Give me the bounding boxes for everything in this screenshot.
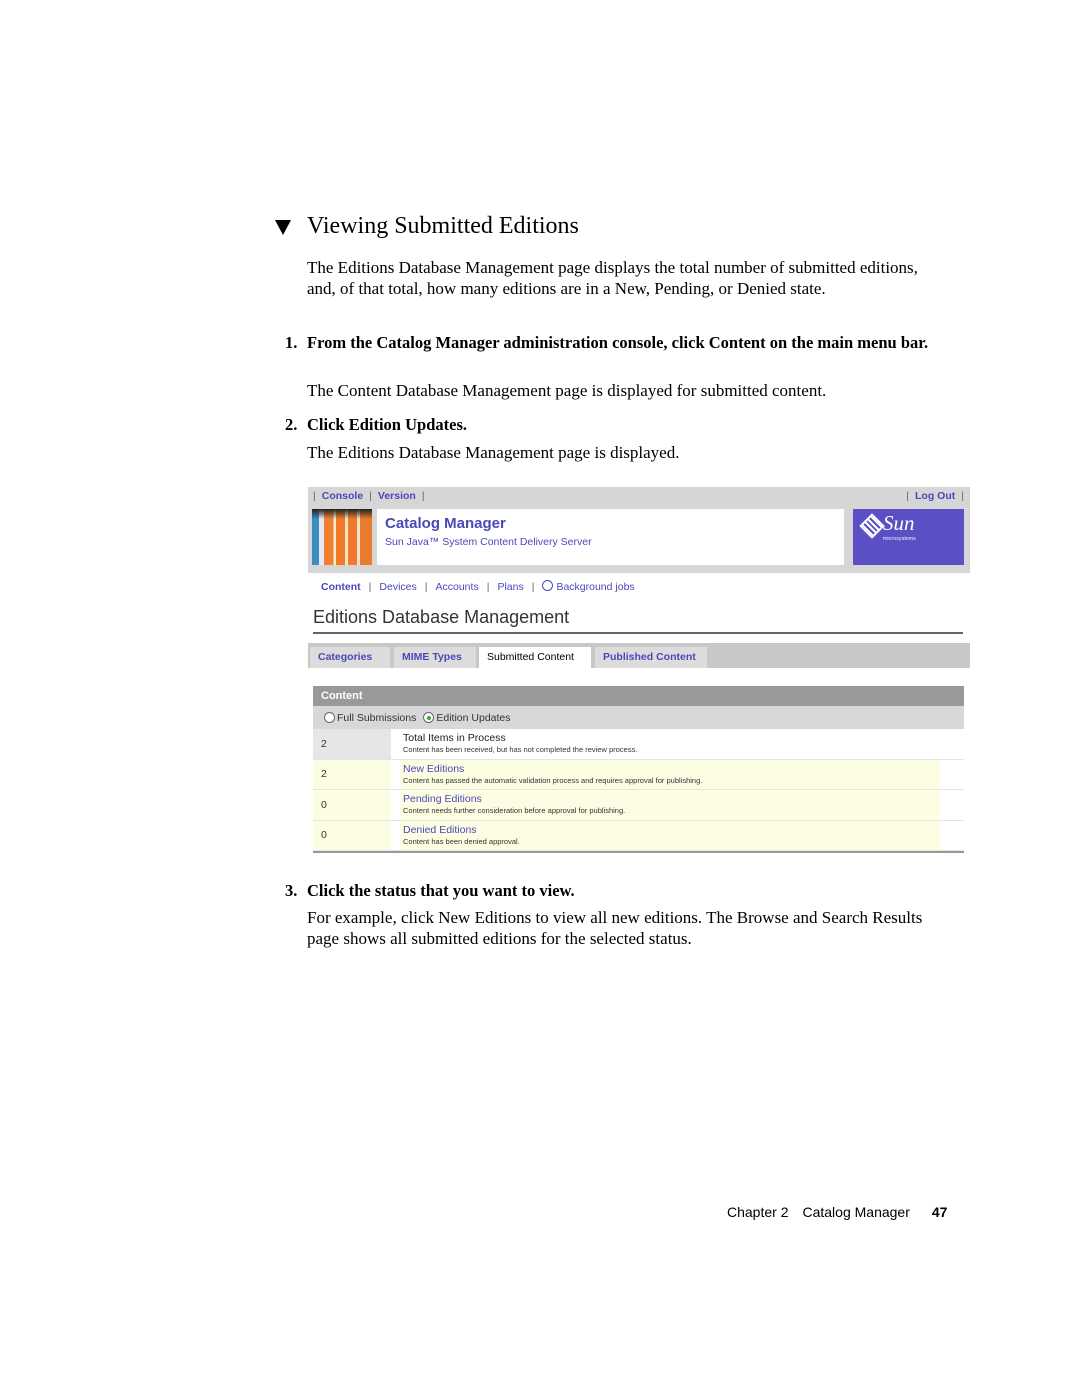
denied-editions-link[interactable]: Denied Editions [403, 824, 940, 836]
intro-paragraph: The Editions Database Management page di… [307, 258, 918, 298]
step-text: Click Edition Updates. [307, 415, 467, 434]
header-bar: | Console | Version | | Log Out | Catalo… [308, 487, 970, 573]
radio-checked-icon[interactable] [423, 712, 435, 723]
clock-icon [542, 580, 554, 591]
footer-page-number: 47 [931, 1204, 948, 1220]
submission-type-radios: Full Submissions Edition Updates [313, 706, 964, 729]
step-2-instruction: 2. Click Edition Updates. [285, 415, 945, 436]
section-title-text: Viewing Submitted Editions [307, 213, 579, 239]
step-number: 2. [285, 415, 298, 434]
nav-plans[interactable]: Plans [497, 581, 523, 593]
step-text: From the Catalog Manager administration … [307, 333, 929, 352]
nav-background-jobs-label: Background jobs [556, 581, 635, 593]
sun-logo-sub: microsystems [883, 536, 916, 542]
status-row-new: 2 New Editions Content has passed the au… [313, 759, 964, 790]
tab-published-content[interactable]: Published Content [595, 647, 707, 668]
tab-categories[interactable]: Categories [310, 647, 390, 668]
section-title: Viewing Submitted Editions [275, 213, 579, 240]
step-2-result: The Editions Database Management page is… [307, 443, 680, 462]
step-1-result: The Content Database Management page is … [307, 381, 827, 400]
version-link[interactable]: Version [378, 490, 416, 502]
status-row-denied: 0 Denied Editions Content has been denie… [313, 820, 964, 851]
footer-chapter-title: Catalog Manager [802, 1204, 910, 1220]
top-links: | Console | Version | [313, 490, 425, 502]
step-text: Click the status that you want to view. [307, 881, 575, 900]
status-description: Content has been denied approval. [403, 836, 520, 846]
status-description: Content has been received, but has not c… [403, 745, 638, 754]
step-number: 3. [285, 881, 298, 900]
status-description: Content needs further consideration befo… [403, 806, 626, 815]
radio-edition-updates[interactable]: Edition Updates [423, 711, 511, 724]
tab-strip: Categories MIME Types Submitted Content … [308, 643, 970, 668]
status-label: Total Items in Process [403, 732, 506, 744]
sun-diamond-icon [859, 513, 885, 539]
app-title-box: Catalog Manager Sun Java™ System Content… [377, 509, 844, 565]
nav-accounts[interactable]: Accounts [436, 581, 479, 593]
step-3-instruction: 3. Click the status that you want to vie… [285, 881, 945, 902]
logout-links: | Log Out | [906, 490, 964, 502]
triangle-down-icon [275, 220, 291, 235]
status-row-total: 2 Total Items in Process Content has bee… [313, 729, 964, 760]
new-editions-link[interactable]: New Editions [403, 763, 940, 775]
content-box-header: Content [313, 686, 964, 706]
nav-devices[interactable]: Devices [379, 581, 416, 593]
status-count: 2 [313, 759, 391, 789]
step-number: 1. [285, 333, 298, 352]
nav-content[interactable]: Content [321, 581, 361, 593]
radio-full-submissions[interactable]: Full Submissions [324, 712, 416, 724]
content-box: Content Full Submissions Edition Updates… [313, 686, 964, 853]
heading-divider [313, 632, 963, 634]
app-title: Catalog Manager [385, 515, 506, 532]
tab-mime-types[interactable]: MIME Types [394, 647, 476, 668]
step-3-result: For example, click New Editions to view … [307, 908, 923, 948]
status-count: 0 [313, 790, 391, 820]
status-count: 0 [313, 820, 391, 850]
footer-chapter: Chapter 2 [727, 1204, 789, 1220]
app-subtitle: Sun Java™ System Content Delivery Server [385, 536, 592, 548]
main-nav: Content | Devices | Accounts | Plans | B… [321, 580, 635, 593]
logout-link[interactable]: Log Out [915, 490, 955, 502]
pending-editions-link[interactable]: Pending Editions [403, 793, 940, 805]
sun-logo: Sun microsystems [853, 509, 964, 565]
radio-label: Edition Updates [436, 711, 511, 724]
tab-submitted-content[interactable]: Submitted Content [479, 647, 591, 668]
radio-label: Full Submissions [337, 711, 417, 724]
status-row-pending: 0 Pending Editions Content needs further… [313, 790, 964, 821]
page-heading: Editions Database Management [313, 607, 570, 627]
console-link[interactable]: Console [322, 490, 363, 502]
catalog-manager-screenshot: | Console | Version | | Log Out | Catalo… [308, 487, 970, 853]
radio-unchecked-icon[interactable] [324, 712, 335, 723]
sun-logo-word: Sun [883, 511, 915, 535]
content-box-bottom-rule [313, 851, 964, 853]
books-banner-image [312, 509, 372, 565]
status-description: Content has passed the automatic validat… [403, 775, 703, 785]
step-1-instruction: 1. From the Catalog Manager administrati… [285, 333, 945, 354]
nav-background-jobs[interactable]: Background jobs [542, 580, 635, 593]
page-footer: Chapter 2 Catalog Manager 47 [727, 1204, 947, 1220]
status-count: 2 [313, 729, 391, 759]
